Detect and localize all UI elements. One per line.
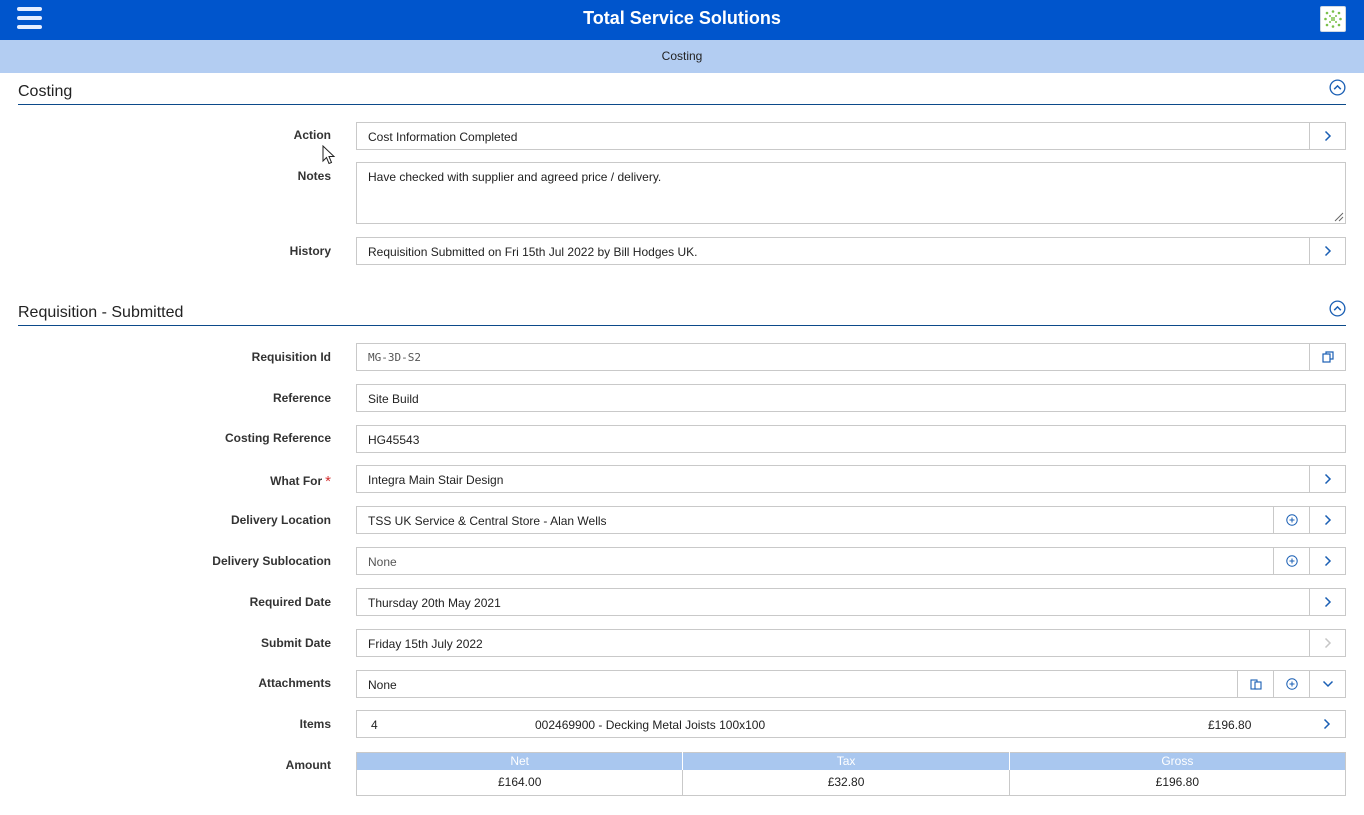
required-date-value: Thursday 20th May 2021 — [368, 596, 501, 610]
reference-label: Reference — [272, 391, 331, 405]
reference-value: Site Build — [368, 392, 419, 406]
top-bar: Total Service Solutions — [0, 0, 1364, 40]
attachments-label: Attachments — [258, 676, 331, 690]
delivery-sublocation-add-button[interactable] — [1273, 548, 1309, 574]
mouse-cursor-icon — [322, 145, 336, 165]
item-description: 002469900 - Decking Metal Joists 100x100 — [535, 718, 766, 732]
copy-id-button[interactable] — [1309, 344, 1345, 370]
what-for-label: What For * — [270, 472, 331, 490]
plus-circle-icon — [1285, 555, 1298, 567]
chevron-right-icon — [1324, 555, 1331, 567]
costing-reference-field[interactable]: HG45543 — [356, 425, 1346, 453]
section-costing-header: Costing — [18, 73, 1346, 105]
notes-label: Notes — [297, 169, 331, 183]
requisition-id-field[interactable]: MG-3D-S2 — [356, 343, 1346, 371]
attachments-field[interactable]: None — [356, 670, 1346, 698]
delivery-location-field[interactable]: TSS UK Service & Central Store - Alan We… — [356, 506, 1346, 534]
history-label: History — [289, 244, 331, 258]
delivery-sublocation-value: None — [368, 555, 397, 569]
history-open-button[interactable] — [1309, 238, 1345, 264]
amount-label: Amount — [285, 758, 331, 772]
amount-value-row: £164.00 £32.80 £196.80 — [357, 769, 1346, 796]
chevron-right-icon — [1324, 514, 1331, 526]
requisition-id-label: Requisition Id — [251, 350, 331, 364]
amount-table: Net Tax Gross £164.00 £32.80 £196.80 — [356, 752, 1346, 796]
copy-icon — [1321, 351, 1334, 363]
chevron-down-icon — [1322, 680, 1333, 688]
requisition-id-value: MG-3D-S2 — [368, 351, 421, 364]
history-value: Requisition Submitted on Fri 15th Jul 20… — [368, 245, 698, 259]
items-label: Items — [299, 717, 331, 731]
submit-date-field: Friday 15th July 2022 — [356, 629, 1346, 657]
what-for-select-button[interactable] — [1309, 466, 1345, 492]
app-logo-icon[interactable] — [1320, 6, 1346, 32]
costing-reference-value: HG45543 — [368, 433, 420, 447]
action-label: Action — [293, 128, 331, 142]
amount-net-value: £164.00 — [497, 775, 542, 790]
collapse-up-icon[interactable] — [1329, 300, 1346, 317]
chevron-right-icon — [1324, 637, 1331, 649]
delivery-location-label: Delivery Location — [230, 513, 331, 527]
notes-textarea[interactable] — [356, 162, 1346, 224]
amount-gross-value: £196.80 — [1008, 769, 1346, 796]
required-date-picker-button[interactable] — [1309, 589, 1345, 615]
action-select-button[interactable] — [1309, 123, 1345, 149]
attachments-value: None — [368, 678, 397, 692]
what-for-field[interactable]: Integra Main Stair Design — [356, 465, 1346, 493]
amount-header-gross: Gross — [1008, 752, 1346, 770]
delivery-location-select-button[interactable] — [1309, 507, 1345, 533]
chevron-right-icon — [1324, 473, 1331, 485]
chevron-right-icon — [1323, 718, 1331, 730]
submit-date-label: Submit Date — [260, 636, 331, 650]
action-field[interactable]: Cost Information Completed — [356, 122, 1346, 150]
section-requisition-header: Requisition - Submitted — [18, 294, 1346, 326]
delivery-sublocation-label: Delivery Sublocation — [212, 554, 331, 568]
amount-tax-value: £32.80 — [682, 769, 1010, 796]
resize-grip-icon[interactable] — [1332, 210, 1344, 222]
chevron-right-icon — [1324, 130, 1331, 142]
item-quantity: 4 — [371, 718, 378, 732]
chevron-right-icon — [1324, 245, 1331, 257]
what-for-value: Integra Main Stair Design — [368, 473, 504, 487]
items-field[interactable]: 4 002469900 - Decking Metal Joists 100x1… — [356, 710, 1346, 738]
section-title: Requisition - Submitted — [18, 304, 184, 321]
items-open-button[interactable] — [1309, 711, 1345, 737]
action-value: Cost Information Completed — [368, 130, 518, 144]
page-subtitle: Costing — [0, 40, 1364, 73]
app-title: Total Service Solutions — [583, 8, 781, 28]
delivery-location-add-button[interactable] — [1273, 507, 1309, 533]
amount-header-tax: Tax — [682, 752, 1010, 770]
submit-date-value: Friday 15th July 2022 — [368, 637, 483, 651]
section-title: Costing — [18, 83, 73, 100]
delivery-sublocation-select-button[interactable] — [1309, 548, 1345, 574]
collapse-up-icon[interactable] — [1329, 79, 1346, 96]
history-field[interactable]: Requisition Submitted on Fri 15th Jul 20… — [356, 237, 1346, 265]
required-date-field[interactable]: Thursday 20th May 2021 — [356, 588, 1346, 616]
attachments-paste-button[interactable] — [1237, 671, 1273, 697]
required-mark: * — [325, 473, 331, 490]
attachments-add-button[interactable] — [1273, 671, 1309, 697]
plus-circle-icon — [1285, 514, 1298, 526]
costing-reference-label: Costing Reference — [224, 431, 331, 445]
attachments-expand-button[interactable] — [1309, 671, 1345, 697]
what-for-label-text: What For — [270, 474, 323, 488]
required-date-label: Required Date — [249, 595, 331, 609]
submit-date-button-disabled — [1309, 630, 1345, 656]
reference-field[interactable]: Site Build — [356, 384, 1346, 412]
copy-icon — [1249, 679, 1262, 690]
amount-header-row: Net Tax Gross — [356, 752, 1346, 770]
delivery-location-value: TSS UK Service & Central Store - Alan We… — [368, 514, 607, 528]
chevron-right-icon — [1324, 596, 1331, 608]
amount-header-net: Net — [356, 752, 683, 770]
item-price: £196.80 — [1208, 718, 1252, 732]
plus-circle-icon — [1285, 678, 1298, 690]
delivery-sublocation-field[interactable]: None — [356, 547, 1346, 575]
